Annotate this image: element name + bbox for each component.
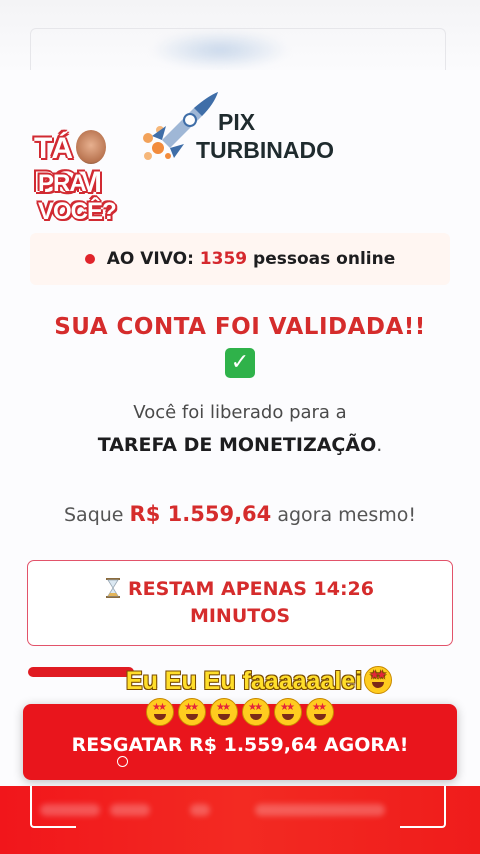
blurred-text: [40, 804, 100, 816]
live-text: AO VIVO: 1359 pessoas online: [107, 249, 396, 269]
logo-right-line2: TURBINADO: [196, 137, 334, 163]
logo-right-line1: PIX: [218, 109, 256, 135]
progress-strip: [28, 667, 134, 677]
withdraw-prefix: Saque: [64, 504, 124, 526]
live-prefix: AO VIVO:: [106, 249, 194, 269]
blurred-text: [255, 804, 385, 816]
released-text: Você foi liberado para a: [133, 402, 347, 423]
live-count: 1359: [199, 249, 248, 269]
touch-cursor-icon: [117, 756, 128, 767]
blurred-frame: [30, 28, 446, 73]
task-name: TAREFA DE MONETIZAÇÃO: [97, 434, 377, 456]
blurred-top-area: [0, 0, 480, 73]
logo-left-line2: PRA VOCÊ?: [38, 170, 117, 225]
task-period: .: [376, 434, 383, 456]
pix-turbinado-logo: PIX TURBINADO: [196, 108, 334, 164]
task-heading: TAREFA DE MONETIZAÇÃO.: [0, 434, 480, 456]
countdown-box: RESTAM APENAS 14:26 MINUTOS: [27, 560, 453, 646]
page-content: TÁ BOM PRA VOCÊ? PIX TURBINADO AO VIVO: …: [0, 70, 480, 786]
caption-text: Eu Eu Eu faaaaaalei: [125, 667, 363, 695]
blurred-text: [190, 804, 210, 816]
validated-heading: SUA CONTA FOI VALIDADA!!: [54, 314, 426, 340]
live-suffix: pessoas online: [253, 249, 396, 269]
ta-bom-pra-voce-logo: TÁ BOM PRA VOCÊ?: [28, 130, 138, 225]
withdraw-text: Saque R$ 1.559,64 agora mesmo!: [0, 502, 480, 526]
redeem-button[interactable]: RESGATAR R$ 1.559,64 AGORA!: [23, 704, 457, 780]
frame-corner-right: [400, 786, 446, 828]
withdraw-amount: R$ 1.559,64: [129, 502, 272, 526]
redeem-button-label: RESGATAR R$ 1.559,64 AGORA!: [71, 734, 409, 756]
countdown-line2: MINUTOS: [189, 605, 291, 627]
star-struck-emoji-icon: [364, 666, 393, 694]
blurred-bottom-bar: [0, 786, 480, 854]
blurred-text: [110, 804, 150, 816]
withdraw-suffix: agora mesmo!: [277, 504, 416, 526]
check-mark-icon: ✓: [225, 348, 255, 378]
live-banner: AO VIVO: 1359 pessoas online: [30, 233, 450, 285]
countdown-text: RESTAM APENAS 14:26 MINUTOS: [106, 576, 374, 630]
presenter-face-image: [76, 130, 106, 164]
hourglass-icon: [106, 578, 120, 598]
live-dot-icon: [84, 254, 95, 264]
countdown-line1: RESTAM APENAS 14:26: [128, 578, 374, 600]
